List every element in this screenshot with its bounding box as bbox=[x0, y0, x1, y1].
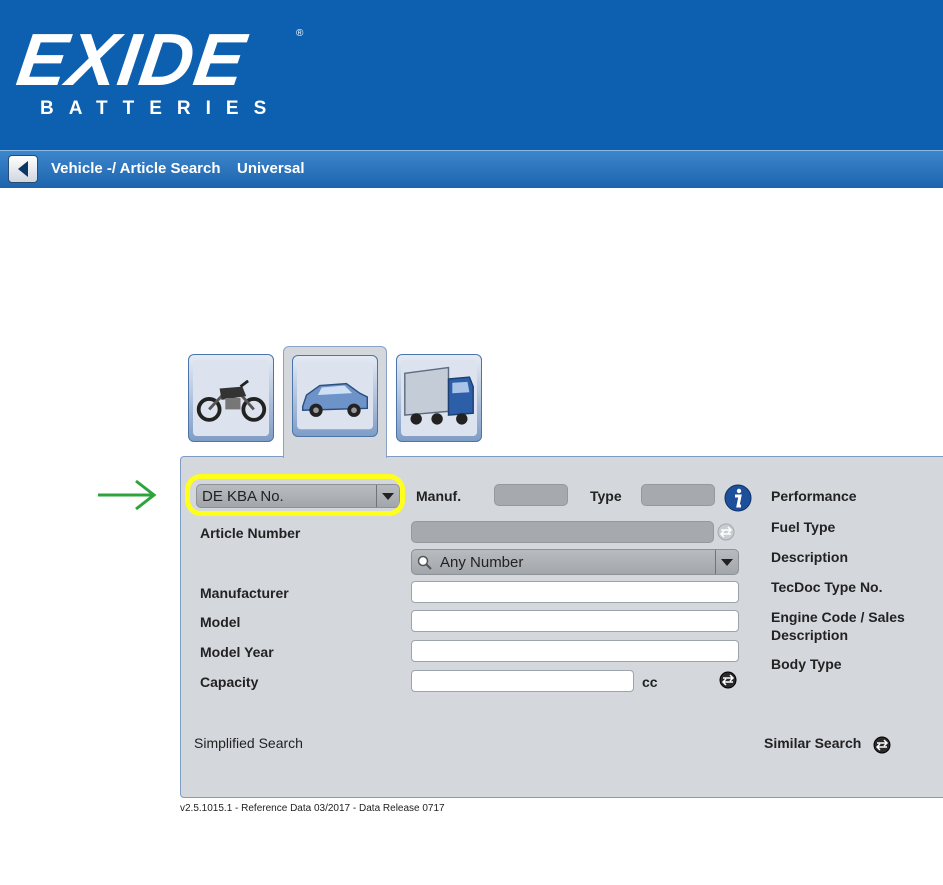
breadcrumb-universal[interactable]: Universal bbox=[237, 160, 305, 177]
motorcycle-icon bbox=[193, 360, 269, 436]
engine-code-label-line1: Engine Code / Sales bbox=[771, 609, 905, 625]
capacity-label: Capacity bbox=[200, 674, 259, 690]
search-icon bbox=[417, 555, 432, 570]
description-label: Description bbox=[771, 549, 849, 565]
simplified-search-link[interactable]: Simplified Search bbox=[194, 735, 303, 751]
logo-subtext: BATTERIES bbox=[40, 98, 282, 119]
manufacturer-input[interactable] bbox=[411, 581, 739, 603]
type-label: Type bbox=[590, 488, 622, 504]
logo-text: EXIDE bbox=[12, 18, 251, 101]
type-input[interactable] bbox=[641, 484, 715, 506]
similar-search-link[interactable]: Similar Search bbox=[764, 735, 861, 751]
search-go-icon[interactable] bbox=[717, 523, 735, 541]
fuel-type-label: Fuel Type bbox=[771, 519, 836, 535]
breadcrumb-vehicle-article-search[interactable]: Vehicle -/ Article Search bbox=[51, 160, 221, 177]
number-type-value: Any Number bbox=[440, 554, 524, 571]
info-icon[interactable] bbox=[724, 484, 752, 512]
tecdoc-type-label: TecDoc Type No. bbox=[771, 579, 883, 595]
truck-icon bbox=[401, 360, 477, 436]
chevron-down-icon bbox=[715, 550, 738, 574]
capacity-input[interactable] bbox=[411, 670, 634, 692]
back-button[interactable] bbox=[8, 155, 38, 183]
manuf-input[interactable] bbox=[494, 484, 568, 506]
tab-motorcycle[interactable] bbox=[188, 354, 274, 442]
article-number-input[interactable] bbox=[411, 521, 714, 543]
car-icon bbox=[297, 362, 373, 430]
body-type-label: Body Type bbox=[771, 656, 842, 672]
navigation-bar: Vehicle -/ Article Search Universal bbox=[0, 150, 943, 188]
back-arrow-icon bbox=[18, 161, 28, 177]
similar-search-icon[interactable] bbox=[873, 736, 891, 754]
model-year-label: Model Year bbox=[200, 644, 274, 660]
logo-registered-mark: ® bbox=[296, 28, 304, 39]
engine-code-label-line2: Description bbox=[771, 627, 849, 643]
manuf-label: Manuf. bbox=[416, 488, 462, 504]
article-number-label: Article Number bbox=[200, 525, 301, 541]
manufacturer-label: Manufacturer bbox=[200, 585, 289, 601]
capacity-unit: cc bbox=[642, 674, 658, 690]
version-footer: v2.5.1015.1 - Reference Data 03/2017 - D… bbox=[180, 803, 445, 814]
yellow-highlight-annotation bbox=[185, 474, 405, 516]
green-arrow-annotation bbox=[98, 479, 157, 511]
tab-truck[interactable] bbox=[396, 354, 482, 442]
model-input[interactable] bbox=[411, 610, 739, 632]
header-bar: EXIDE ® BATTERIES bbox=[0, 0, 943, 150]
capacity-go-icon[interactable] bbox=[719, 671, 737, 689]
tab-car[interactable] bbox=[283, 346, 387, 458]
model-year-input[interactable] bbox=[411, 640, 739, 662]
exide-logo: EXIDE ® BATTERIES bbox=[12, 18, 308, 130]
performance-label: Performance bbox=[771, 488, 857, 504]
model-label: Model bbox=[200, 614, 241, 630]
number-type-select[interactable]: Any Number bbox=[411, 549, 739, 575]
